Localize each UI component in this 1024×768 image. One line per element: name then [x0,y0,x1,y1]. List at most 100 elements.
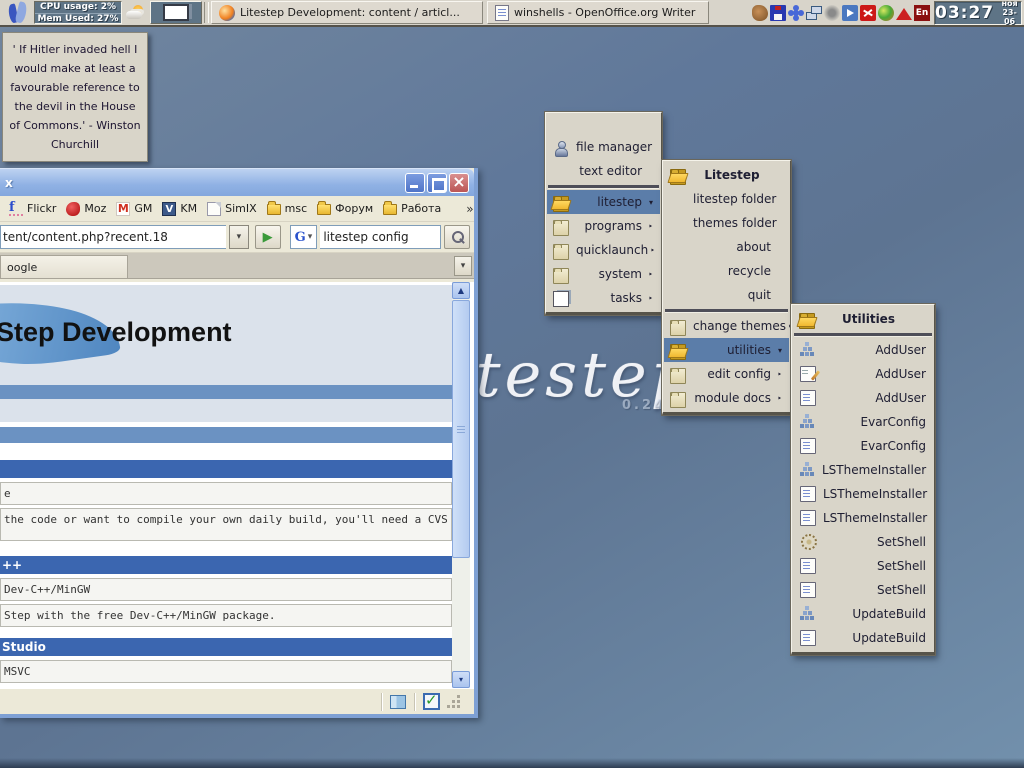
menu-item-lsthemeinstaller[interactable]: LSThemeInstaller [793,506,933,530]
submenu-arrow: ▾ [777,345,782,355]
go-button[interactable]: ▶ [254,225,281,249]
bookmarks-overflow-chevron[interactable]: » [466,202,473,216]
floppy-tray-icon[interactable] [770,4,786,21]
bookmark-moz[interactable]: Moz [63,201,109,217]
ati-tray-icon[interactable] [896,7,912,20]
search-engine-button[interactable]: G ▾ [289,225,318,249]
user-icon [553,140,569,157]
bookmark-folder-forum[interactable]: Форум [314,201,376,216]
menu-item-edit-config[interactable]: edit config ‣ [664,362,789,386]
menu-item-evarconfig[interactable]: EvarConfig [793,434,933,458]
statusbar-divider [414,692,415,711]
maximize-button[interactable] [427,172,447,193]
menu-item-adduser[interactable]: AddUser [793,362,933,386]
scroll-down-button[interactable]: ▾ [452,671,470,688]
bookmarks-bar: Flickr Moz GM KM SimIX msc Форум Работа [0,196,474,222]
menu-item-litestep[interactable]: litestep ▾ [547,190,660,214]
blocks-icon [799,462,815,478]
window-titlebar[interactable]: x [0,168,474,196]
menu-item-updatebuild[interactable]: UpdateBuild [793,602,933,626]
menu-item-programs[interactable]: programs ‣ [547,214,660,238]
menu-item-setshell[interactable]: SetShell [793,578,933,602]
menu-separator [665,309,788,312]
vertical-scrollbar[interactable]: ▲ ▾ [452,282,470,688]
shell-logo-icon[interactable] [6,1,30,24]
menu-item-themes-folder[interactable]: themes folder [664,211,789,235]
menu-item-lsthemeinstaller[interactable]: LSThemeInstaller [793,482,933,506]
menu-item-quicklaunch[interactable]: quicklaunch ‣ [547,238,660,262]
flower-tray-icon[interactable] [788,5,804,21]
menu-item-module-docs[interactable]: module docs ‣ [664,386,789,410]
language-indicator[interactable]: En [914,4,930,21]
menu-item-system[interactable]: system ‣ [547,262,660,286]
scroll-up-button[interactable]: ▲ [452,282,470,299]
flickr-icon [9,202,23,216]
weather-icon[interactable] [125,3,147,23]
menu-item-adduser[interactable]: AddUser [793,338,933,362]
menu-item-label: tasks [610,291,642,305]
bookmark-folder-msc[interactable]: msc [264,201,311,216]
menu-item-quit[interactable]: quit [664,283,789,307]
menu-item-about[interactable]: about [664,235,789,259]
blocks-icon [799,342,815,358]
page-band [0,427,452,443]
folder-icon [670,319,686,336]
menu-item-label: SetShell [877,535,926,549]
document-icon [800,438,816,454]
bookmark-flickr[interactable]: Flickr [6,201,59,217]
section-row: the code or want to compile your own dai… [0,508,452,541]
sync-tray-icon[interactable] [860,4,876,21]
popup-menu-utilities: Utilities AddUser AddUser AddUser EvarCo… [790,303,936,656]
writer-document-icon [495,4,509,21]
task-button-firefox[interactable]: Litestep Development: content / articl..… [211,1,483,24]
close-button[interactable] [449,172,469,193]
menu-item-label: module docs [694,391,771,405]
globe-tray-icon[interactable] [878,4,894,21]
menu-item-utilities[interactable]: utilities ▾ [664,338,789,362]
bookmark-folder-rabota[interactable]: Работа [380,201,444,216]
scrollbar-thumb[interactable] [452,300,470,558]
menu-item-evarconfig[interactable]: EvarConfig [793,410,933,434]
document-icon [800,630,816,646]
status-panel-icon[interactable] [390,694,406,709]
bookmark-simix[interactable]: SimIX [204,201,260,217]
desktop-preview-icon [163,4,189,21]
network-tray-icon[interactable] [806,5,822,21]
volume-tray-icon[interactable] [824,4,840,21]
folder-icon [266,201,281,215]
statusbar-divider [381,692,382,711]
menu-item-change-themes[interactable]: change themes ‣ [664,314,793,338]
folder-transfer-tray-icon[interactable] [842,4,858,21]
tab-overflow-button[interactable]: ▾ [454,256,472,276]
bookmark-km[interactable]: KM [159,201,200,217]
menu-item-text-editor[interactable]: text editor [547,159,660,183]
clock-time: 03:27 [935,2,995,23]
pet-tray-icon[interactable] [752,4,768,21]
notepad-pencil-icon [800,366,816,382]
search-input[interactable]: litestep config [320,225,442,249]
menu-item-adduser[interactable]: AddUser [793,386,933,410]
menu-item-file-manager[interactable]: file manager [547,135,660,159]
menu-item-tasks[interactable]: tasks ‣ [547,286,660,310]
url-dropdown-button[interactable]: ▾ [228,225,249,249]
url-input[interactable]: tent/content.php?recent.18 [0,225,226,249]
menu-item-recycle[interactable]: recycle [664,259,789,283]
menu-item-label: text editor [579,164,642,178]
blocks-icon [799,606,815,622]
menu-item-setshell[interactable]: SetShell [793,530,933,554]
minimize-button[interactable] [405,172,425,193]
system-monitor: CPU usage: 2% Mem Used: 27% [34,1,122,24]
resize-grip[interactable] [448,696,460,708]
bookmark-gm[interactable]: GM [113,201,155,217]
status-check-icon[interactable] [423,691,440,710]
menu-item-updatebuild[interactable]: UpdateBuild [793,626,933,650]
tab-active[interactable]: oogle [0,255,128,278]
menu-item-litestep-folder[interactable]: litestep folder [664,187,789,211]
search-button[interactable] [444,225,471,249]
taskbar-clock[interactable]: 03:27 ноя 23-06 [934,0,1022,26]
folder-open-icon [670,343,686,360]
show-desktop-button[interactable] [150,1,202,24]
task-button-writer[interactable]: winshells - OpenOffice.org Writer [487,1,709,24]
menu-item-setshell[interactable]: SetShell [793,554,933,578]
menu-item-lsthemeinstaller[interactable]: LSThemeInstaller [793,458,933,482]
